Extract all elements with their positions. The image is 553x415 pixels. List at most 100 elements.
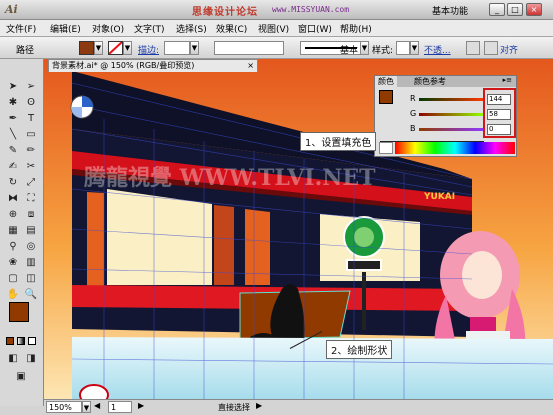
stroke-style-arrow-icon[interactable]: ▼ bbox=[360, 41, 369, 55]
menu-object[interactable]: 对象(O) bbox=[92, 22, 124, 35]
close-button[interactable]: × bbox=[526, 3, 542, 16]
zoom-input[interactable]: 150% bbox=[46, 401, 82, 413]
stroke-dropdown-icon[interactable]: ▼ bbox=[123, 41, 132, 55]
fill-swatch[interactable] bbox=[79, 41, 94, 55]
stroke-weight-input[interactable] bbox=[164, 41, 190, 55]
lasso-icon[interactable]: ʘ bbox=[22, 95, 40, 111]
app-logo: Ai bbox=[5, 3, 18, 16]
tool-panel: ➤ ➢ ✱ ʘ ✒ T ╲ ▭ ✎ ✏ ✍ ✂ ↻ ⤢ ⧓ ⛶ ⊕ ⧈ ▦ ▤ … bbox=[0, 59, 44, 406]
stroke-weight-arrow-icon[interactable]: ▼ bbox=[190, 41, 199, 55]
gradient-tool-icon[interactable]: ▤ bbox=[22, 223, 40, 239]
tab-color-guide[interactable]: 颜色参考 bbox=[411, 76, 449, 87]
artboard-number-input[interactable]: 1 bbox=[108, 401, 132, 413]
eyedropper-icon[interactable]: ⚲ bbox=[4, 239, 22, 255]
no-stroke-icon bbox=[109, 42, 122, 54]
artboard-tool-icon[interactable]: ▢ bbox=[4, 271, 22, 287]
site-title: 思缘设计论坛 bbox=[192, 7, 258, 18]
workspace-switcher[interactable]: 基本功能 bbox=[432, 4, 468, 17]
tab-color-guide-label: 颜色参考 bbox=[414, 77, 446, 86]
callout-step2-text: 2、绘制形状 bbox=[331, 346, 388, 357]
free-transform-icon[interactable]: ⛶ bbox=[22, 191, 40, 207]
menu-edit[interactable]: 编辑(E) bbox=[50, 22, 81, 35]
stroke-style-label: 基本 bbox=[340, 46, 359, 56]
transform-icon[interactable] bbox=[484, 41, 498, 55]
next-artboard-icon[interactable]: ▶ bbox=[138, 401, 144, 410]
fill-color-icon[interactable] bbox=[9, 302, 29, 322]
scissors-icon[interactable]: ✂ bbox=[22, 159, 40, 175]
rectangle-tool-icon[interactable]: ▭ bbox=[22, 127, 40, 143]
blob-brush-icon[interactable]: ✍ bbox=[4, 159, 22, 175]
type-tool-icon[interactable]: T bbox=[22, 111, 40, 127]
prev-artboard-icon[interactable]: ◀ bbox=[94, 401, 100, 410]
align-icon[interactable] bbox=[466, 41, 480, 55]
r-slider[interactable] bbox=[419, 98, 483, 101]
callout-step2: 2、绘制形状 bbox=[326, 340, 393, 359]
pen-tool-icon[interactable]: ✒ bbox=[4, 111, 22, 127]
align-label[interactable]: 对齐 bbox=[500, 43, 518, 56]
menu-window[interactable]: 窗口(W) bbox=[298, 22, 332, 35]
color-mode-icon[interactable] bbox=[6, 337, 14, 345]
menu-help[interactable]: 帮助(H) bbox=[340, 22, 372, 35]
direct-selection-tool-icon[interactable]: ➢ bbox=[22, 79, 40, 95]
fill-dropdown-icon[interactable]: ▼ bbox=[94, 41, 103, 55]
panel-fill-swatch[interactable] bbox=[379, 90, 393, 104]
hand-tool-icon[interactable]: ✋ bbox=[4, 287, 22, 303]
maximize-button[interactable]: □ bbox=[507, 3, 523, 16]
stroke-label[interactable]: 描边: bbox=[138, 43, 159, 56]
graph-tool-icon[interactable]: ▥ bbox=[22, 255, 40, 271]
symbol-sprayer-icon[interactable]: ❀ bbox=[4, 255, 22, 271]
graphic-style-swatch[interactable] bbox=[396, 41, 410, 55]
document-tab[interactable]: 背景素材.ai* @ 150% (RGB/叠印预览) × bbox=[48, 59, 258, 72]
g-slider[interactable] bbox=[419, 113, 483, 116]
mesh-tool-icon[interactable]: ▦ bbox=[4, 223, 22, 239]
control-bar: 路径 ▼ ▼ 描边: ▼ 基本 ▼ 样式: ▼ 不透... 对齐 bbox=[0, 37, 553, 59]
selection-tool-icon[interactable]: ➤ bbox=[4, 79, 22, 95]
menu-file[interactable]: 文件(F) bbox=[6, 22, 36, 35]
opacity-label[interactable]: 不透... bbox=[424, 43, 451, 56]
watermark-text: 腾龍視覺 WWW.TLVI.NET bbox=[84, 165, 376, 191]
rgb-highlight-box bbox=[483, 88, 516, 138]
line-tool-icon[interactable]: ╲ bbox=[4, 127, 22, 143]
close-doc-icon[interactable]: × bbox=[247, 60, 254, 72]
color-spectrum[interactable] bbox=[395, 142, 515, 154]
status-menu-icon[interactable]: ▶ bbox=[256, 401, 262, 410]
zoom-tool-icon[interactable]: 🔍 bbox=[22, 287, 40, 303]
b-label: B bbox=[410, 124, 416, 133]
none-swatch-icon[interactable] bbox=[379, 142, 393, 154]
current-tool-label: 直接选择 bbox=[218, 403, 250, 412]
b-slider[interactable] bbox=[419, 128, 483, 131]
paintbrush-icon[interactable]: ✎ bbox=[4, 143, 22, 159]
perspective-grid-icon[interactable]: ⧈ bbox=[22, 207, 40, 223]
width-tool-icon[interactable]: ⧓ bbox=[4, 191, 22, 207]
style-label: 样式: bbox=[372, 46, 394, 56]
minimize-button[interactable]: _ bbox=[489, 3, 505, 16]
menu-effect[interactable]: 效果(C) bbox=[216, 22, 247, 35]
shape-builder-icon[interactable]: ⊕ bbox=[4, 207, 22, 223]
scale-tool-icon[interactable]: ⤢ bbox=[22, 175, 40, 191]
draw-normal-icon[interactable]: ◧ bbox=[4, 351, 22, 367]
tab-color[interactable]: 颜色 bbox=[375, 76, 397, 87]
path-label: 路径 bbox=[16, 46, 35, 56]
menu-type[interactable]: 文字(T) bbox=[134, 22, 165, 35]
screen-mode-icon[interactable]: ▣ bbox=[12, 369, 30, 385]
menu-view[interactable]: 视图(V) bbox=[258, 22, 289, 35]
stroke-swatch[interactable] bbox=[108, 41, 123, 55]
graphic-style-arrow-icon[interactable]: ▼ bbox=[410, 41, 419, 55]
none-mode-icon[interactable] bbox=[28, 337, 36, 345]
r-label: R bbox=[410, 94, 416, 103]
gradient-mode-icon[interactable] bbox=[17, 337, 25, 345]
menu-select[interactable]: 选择(S) bbox=[176, 22, 207, 35]
store-sign: YUKAI bbox=[423, 192, 455, 202]
magic-wand-icon[interactable]: ✱ bbox=[4, 95, 22, 111]
variable-width-dropdown[interactable] bbox=[214, 41, 284, 55]
status-bar: 150% ▼ ◀ 1 ▶ 直接选择 ▶ bbox=[44, 399, 553, 414]
draw-behind-icon[interactable]: ◨ bbox=[22, 351, 40, 367]
callout-step1: 1、设置填充色 bbox=[300, 132, 377, 151]
menu-bar: 文件(F) 编辑(E) 对象(O) 文字(T) 选择(S) 效果(C) 视图(V… bbox=[0, 20, 553, 37]
zoom-dropdown-icon[interactable]: ▼ bbox=[82, 401, 91, 413]
pencil-icon[interactable]: ✏ bbox=[22, 143, 40, 159]
blend-tool-icon[interactable]: ◎ bbox=[22, 239, 40, 255]
rotate-tool-icon[interactable]: ↻ bbox=[4, 175, 22, 191]
panel-menu-icon[interactable]: ▸≡ bbox=[503, 76, 512, 84]
slice-tool-icon[interactable]: ◫ bbox=[22, 271, 40, 287]
